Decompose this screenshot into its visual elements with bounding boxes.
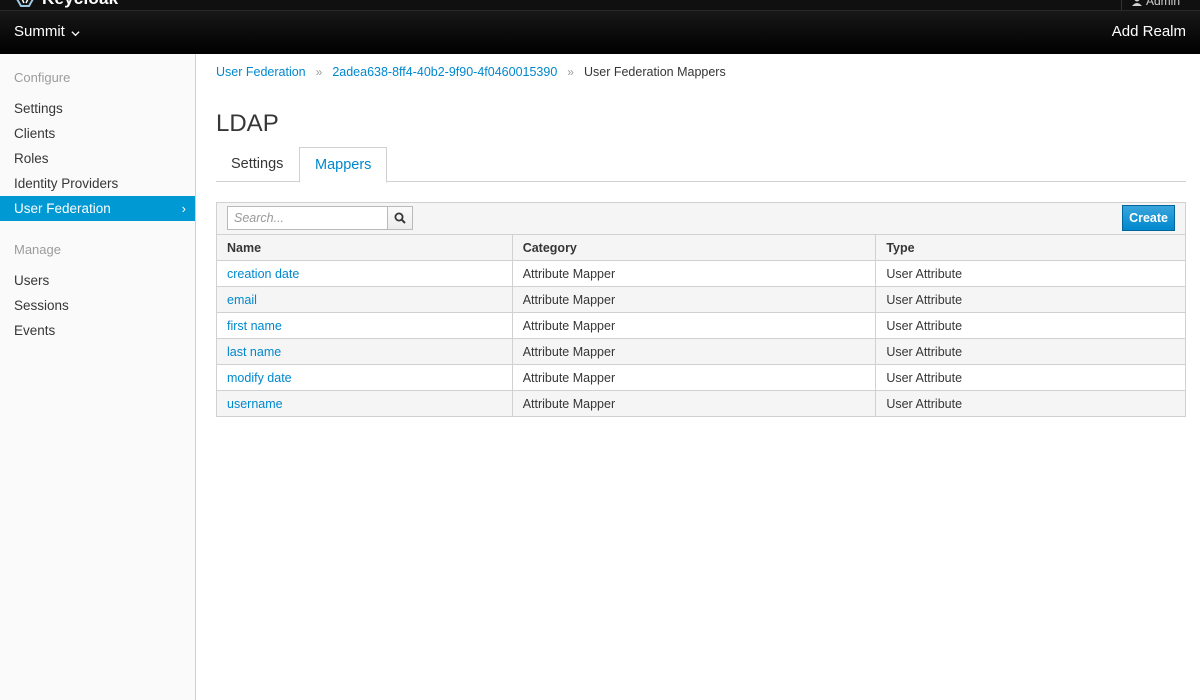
breadcrumb-separator: » bbox=[315, 65, 323, 79]
sidebar-item-label: Events bbox=[14, 323, 56, 338]
brand[interactable]: Keycloak bbox=[14, 0, 118, 8]
realm-selector[interactable]: Summit bbox=[14, 23, 80, 40]
breadcrumb-current: User Federation Mappers bbox=[583, 65, 726, 79]
table-row: email Attribute Mapper User Attribute bbox=[216, 286, 1186, 313]
chevron-right-icon: › bbox=[181, 201, 186, 216]
mapper-link[interactable]: username bbox=[227, 397, 283, 411]
mappers-table: Name Category Type creation date Attribu… bbox=[216, 234, 1186, 417]
table-row: username Attribute Mapper User Attribute bbox=[216, 390, 1186, 417]
sidebar-item-label: User Federation bbox=[14, 201, 111, 216]
top-brand-bar: Keycloak Admin bbox=[0, 0, 1200, 10]
cell-name: creation date bbox=[216, 260, 513, 287]
cell-category: Attribute Mapper bbox=[511, 364, 877, 391]
create-button[interactable]: Create bbox=[1122, 205, 1175, 231]
sidebar-item-label: Roles bbox=[14, 151, 49, 166]
column-header-category[interactable]: Category bbox=[511, 234, 877, 261]
column-header-name[interactable]: Name bbox=[216, 234, 513, 261]
sidebar-item-identity-providers[interactable]: Identity Providers bbox=[0, 171, 195, 196]
cell-name: email bbox=[216, 286, 513, 313]
mapper-link[interactable]: email bbox=[227, 293, 257, 307]
cell-category: Attribute Mapper bbox=[511, 390, 877, 417]
cell-category: Attribute Mapper bbox=[511, 286, 877, 313]
tab-bar: Settings Mappers bbox=[216, 147, 1186, 183]
chevron-down-icon bbox=[71, 30, 80, 36]
table-header-row: Name Category Type bbox=[216, 234, 1186, 261]
table-row: creation date Attribute Mapper User Attr… bbox=[216, 260, 1186, 287]
table-row: last name Attribute Mapper User Attribut… bbox=[216, 338, 1186, 365]
sidebar-heading-configure: Configure bbox=[14, 70, 71, 85]
cell-type: User Attribute bbox=[875, 338, 1186, 365]
cell-type: User Attribute bbox=[875, 364, 1186, 391]
sidebar-heading-manage: Manage bbox=[14, 242, 61, 257]
breadcrumb-separator: » bbox=[567, 65, 574, 79]
keycloak-logo-icon bbox=[16, 0, 34, 7]
cell-category: Attribute Mapper bbox=[511, 260, 877, 287]
mapper-link[interactable]: modify date bbox=[227, 371, 292, 385]
search-button[interactable] bbox=[387, 206, 413, 230]
sidebar-item-clients[interactable]: Clients bbox=[0, 121, 195, 146]
cell-type: User Attribute bbox=[875, 260, 1186, 287]
cell-name: modify date bbox=[216, 364, 513, 391]
user-name: Admin bbox=[1145, 0, 1180, 8]
search-input[interactable] bbox=[227, 206, 388, 230]
sidebar-item-label: Users bbox=[14, 273, 50, 288]
sidebar: Configure Settings Clients Roles Identit… bbox=[0, 54, 196, 700]
sidebar-item-events[interactable]: Events bbox=[0, 318, 195, 343]
sidebar-item-user-federation[interactable]: User Federation › bbox=[0, 196, 195, 221]
brand-name: Keycloak bbox=[42, 0, 118, 9]
mapper-link[interactable]: first name bbox=[227, 319, 282, 333]
sidebar-item-users[interactable]: Users bbox=[0, 268, 195, 293]
sidebar-item-settings[interactable]: Settings bbox=[0, 96, 195, 121]
mapper-link[interactable]: last name bbox=[227, 345, 281, 359]
sidebar-item-roles[interactable]: Roles bbox=[0, 146, 195, 171]
breadcrumb: User Federation » 2adea638-8ff4-40b2-9f9… bbox=[216, 65, 726, 79]
cell-name: last name bbox=[216, 338, 513, 365]
table-toolbar: Create bbox=[216, 202, 1186, 235]
column-header-type[interactable]: Type bbox=[875, 234, 1186, 261]
tab-mappers[interactable]: Mappers bbox=[299, 147, 388, 183]
page-title: LDAP bbox=[216, 110, 279, 137]
cell-type: User Attribute bbox=[875, 312, 1186, 339]
tab-settings[interactable]: Settings bbox=[216, 147, 298, 182]
breadcrumb-link-user-federation[interactable]: User Federation bbox=[216, 65, 306, 79]
search-icon bbox=[394, 212, 406, 224]
cell-type: User Attribute bbox=[875, 390, 1186, 417]
realm-navbar: Summit Add Realm bbox=[0, 10, 1200, 54]
sidebar-item-label: Settings bbox=[14, 101, 63, 116]
sidebar-item-label: Sessions bbox=[14, 298, 69, 313]
cell-name: username bbox=[216, 390, 513, 417]
sidebar-item-label: Clients bbox=[14, 126, 56, 141]
cell-category: Attribute Mapper bbox=[511, 312, 877, 339]
cell-type: User Attribute bbox=[875, 286, 1186, 313]
realm-name: Summit bbox=[14, 23, 65, 40]
table-row: first name Attribute Mapper User Attribu… bbox=[216, 312, 1186, 339]
mapper-link[interactable]: creation date bbox=[227, 267, 299, 281]
breadcrumb-link-provider-id[interactable]: 2adea638-8ff4-40b2-9f90-4f0460015390 bbox=[332, 65, 557, 79]
add-realm-link[interactable]: Add Realm bbox=[1112, 23, 1186, 40]
cell-category: Attribute Mapper bbox=[511, 338, 877, 365]
user-menu[interactable]: Admin bbox=[1120, 0, 1200, 10]
user-icon bbox=[1131, 0, 1142, 6]
cell-name: first name bbox=[216, 312, 513, 339]
sidebar-item-sessions[interactable]: Sessions bbox=[0, 293, 195, 318]
sidebar-item-label: Identity Providers bbox=[14, 176, 119, 191]
table-row: modify date Attribute Mapper User Attrib… bbox=[216, 364, 1186, 391]
